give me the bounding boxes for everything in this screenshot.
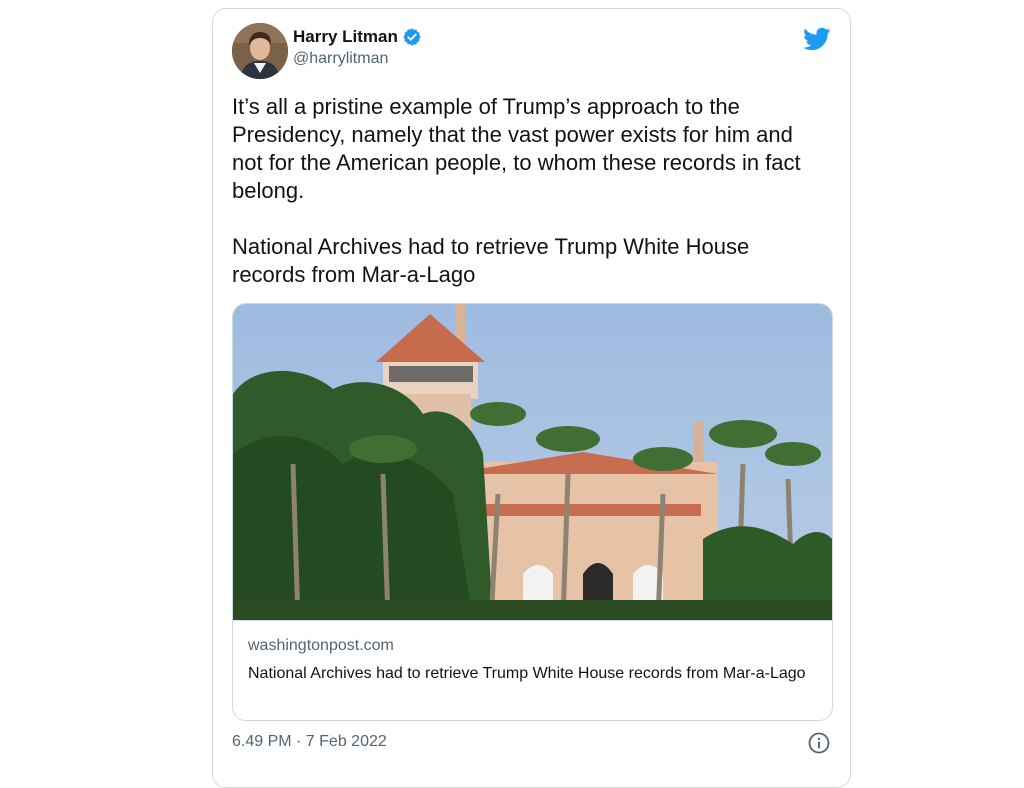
tweet-paragraph: It’s all a pristine example of Trump’s a…	[232, 94, 801, 203]
tweet-footer: 6.49 PM · 7 Feb 2022	[232, 731, 831, 759]
author-name-row: Harry Litman	[293, 27, 422, 47]
author-handle[interactable]: @harrylitman	[293, 50, 422, 68]
author-avatar[interactable]	[232, 23, 288, 79]
tweet-paragraph: National Archives had to retrieve Trump …	[232, 234, 750, 287]
tweet-timestamp[interactable]: 6.49 PM · 7 Feb 2022	[232, 733, 387, 751]
link-preview-card[interactable]: washingtonpost.com National Archives had…	[232, 303, 833, 721]
tweet-header: Harry Litman @harrylitman	[232, 21, 831, 81]
author-name[interactable]: Harry Litman	[293, 27, 398, 47]
tweet-card: Harry Litman @harrylitman It’s all a pri…	[212, 8, 851, 788]
twitter-bird-icon[interactable]	[803, 25, 831, 53]
verified-badge-icon	[403, 28, 421, 46]
author-info: Harry Litman @harrylitman	[293, 27, 422, 68]
info-icon[interactable]	[807, 731, 831, 755]
link-domain: washingtonpost.com	[248, 637, 394, 654]
link-preview-image	[233, 304, 832, 620]
link-title: National Archives had to retrieve Trump …	[248, 665, 806, 682]
avatar-image	[232, 23, 288, 79]
tweet-text: It’s all a pristine example of Trump’s a…	[232, 93, 822, 289]
link-preview-meta: washingtonpost.com National Archives had…	[233, 620, 832, 686]
